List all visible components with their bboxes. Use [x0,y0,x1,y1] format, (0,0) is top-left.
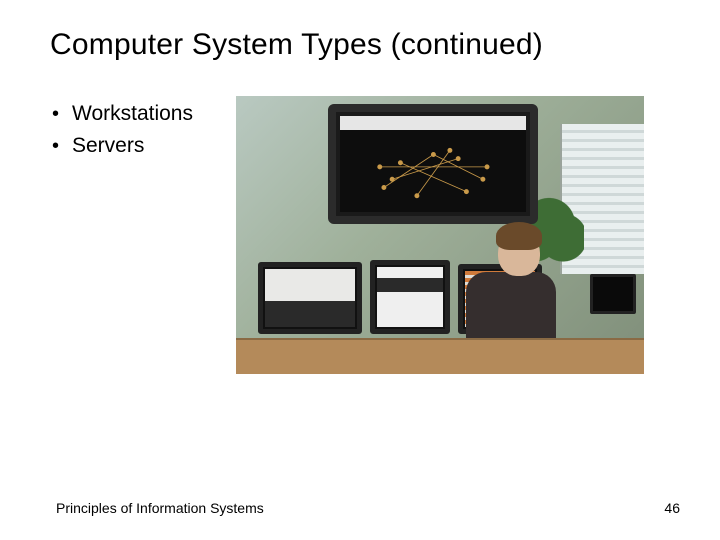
footer-source: Principles of Information Systems [56,500,264,516]
page-number: 46 [664,500,680,516]
slide-title: Computer System Types (continued) [50,28,680,62]
bullet-list: Workstations Servers [56,96,226,161]
bullet-item: Servers [56,130,226,162]
content-row: Workstations Servers [56,96,680,374]
monitor-center [370,260,450,334]
monitor-left [258,262,362,334]
bullet-item: Workstations [56,98,226,130]
slide: Computer System Types (continued) Workst… [0,0,720,540]
network-graph-icon [359,138,508,204]
wall-display [328,104,538,224]
slide-footer: Principles of Information Systems 46 [56,500,680,516]
monitor-far-right [590,274,636,314]
workstation-photo [236,96,644,374]
desk [236,338,644,374]
